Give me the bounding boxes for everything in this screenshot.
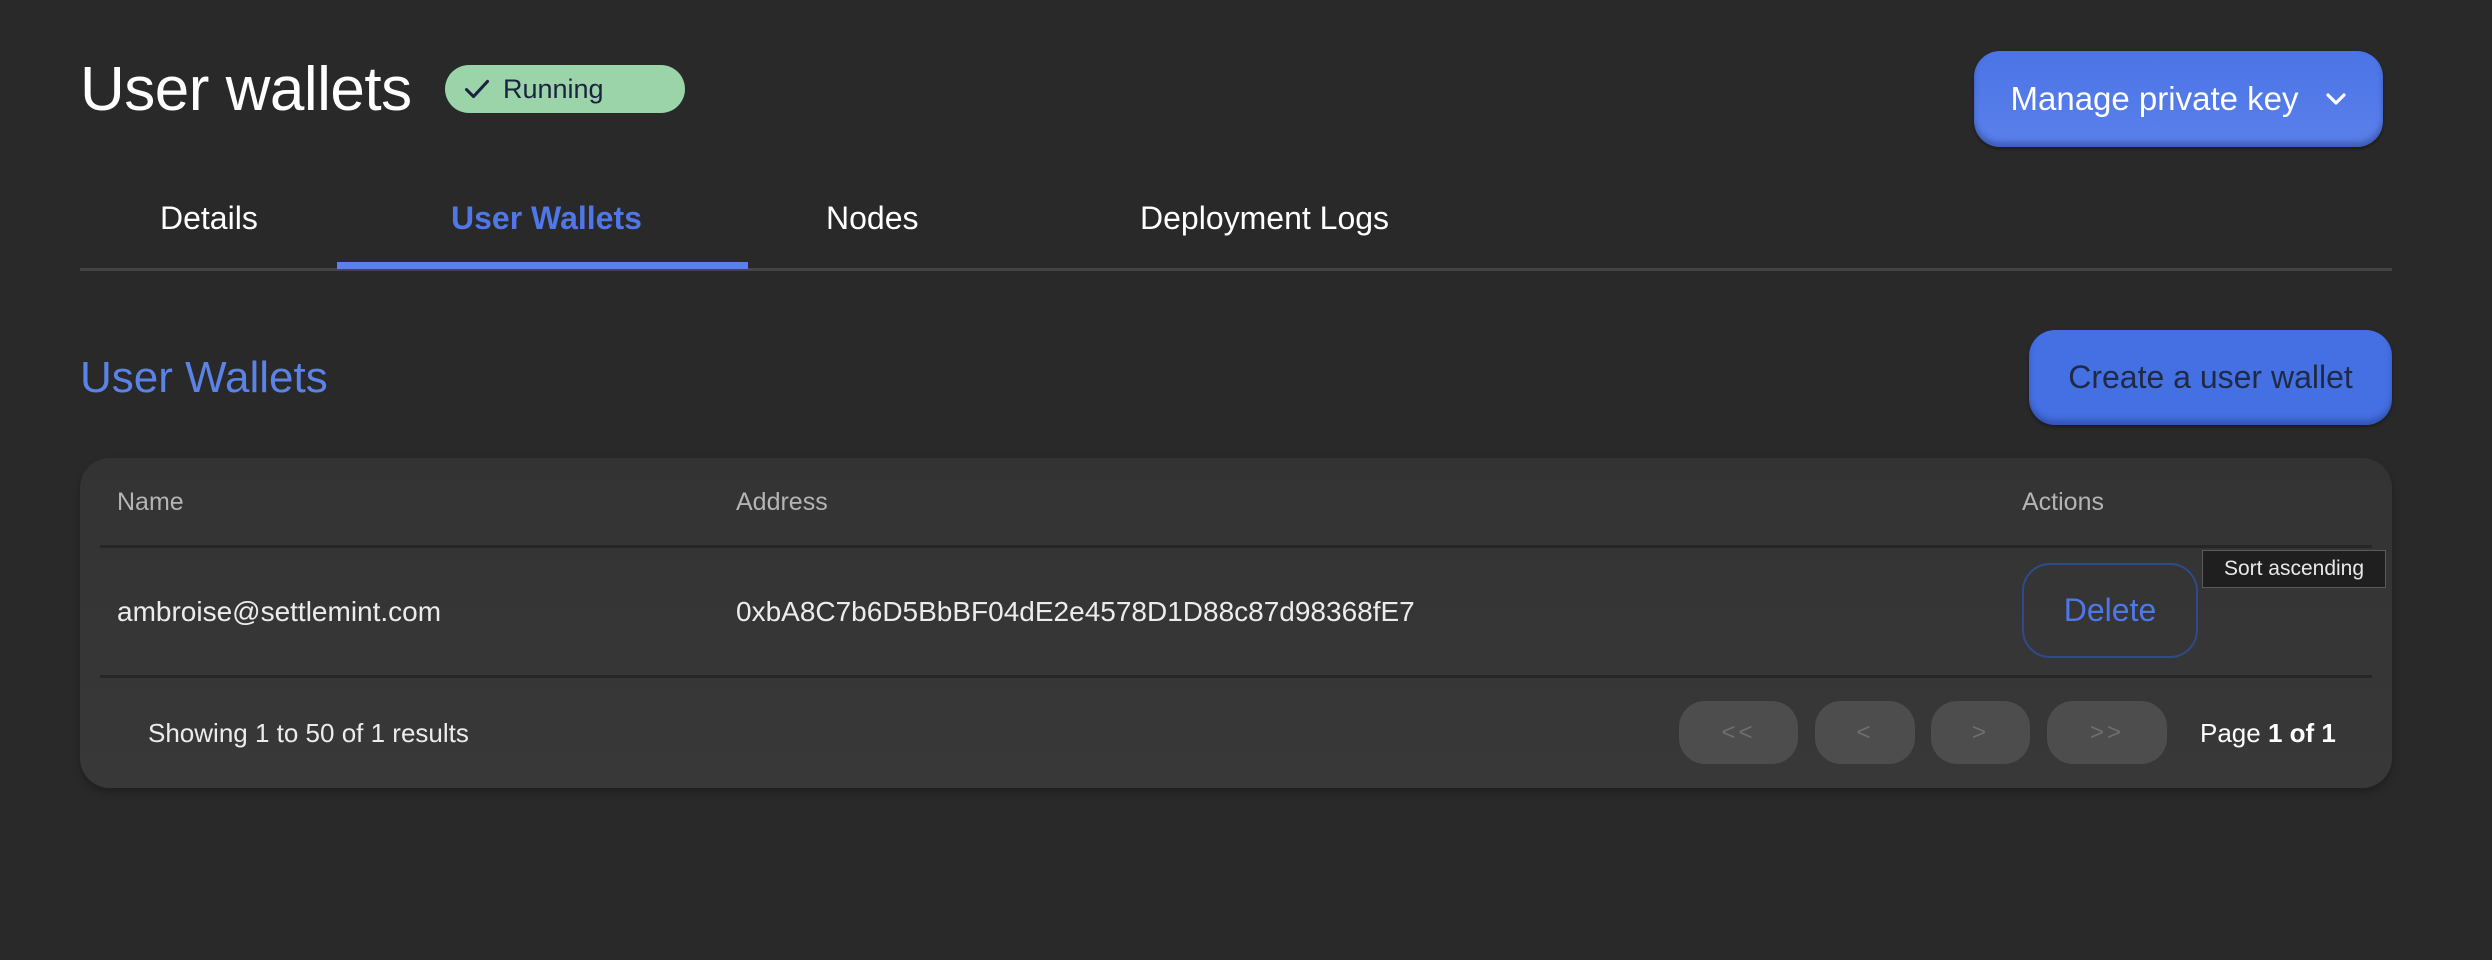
status-label: Running bbox=[503, 73, 604, 104]
column-header-actions: Actions bbox=[2022, 488, 2104, 516]
wallet-address: 0xbA8C7b6D5BbBF04dE2e4578D1D88c87d98368f… bbox=[736, 596, 1415, 627]
create-user-wallet-button[interactable]: Create a user wallet bbox=[2029, 330, 2392, 425]
column-header-name[interactable]: Name bbox=[117, 486, 184, 518]
tab-details[interactable]: Details bbox=[160, 196, 258, 240]
previous-page-button[interactable]: < bbox=[1815, 701, 1915, 764]
active-tab-indicator bbox=[337, 262, 748, 269]
page-indicator: Page 1 of 1 bbox=[2200, 716, 2336, 750]
page-current: 1 of 1 bbox=[2267, 718, 2336, 748]
check-icon bbox=[464, 79, 490, 99]
tab-nodes[interactable]: Nodes bbox=[826, 196, 919, 240]
delete-button[interactable]: Delete bbox=[2022, 563, 2198, 658]
chevron-down-icon bbox=[2325, 93, 2346, 105]
page-title: User wallets bbox=[80, 55, 412, 124]
header-divider bbox=[100, 545, 2372, 548]
manage-private-key-button[interactable]: Manage private key bbox=[1974, 51, 2383, 147]
wallet-name: ambroise@settlemint.com bbox=[117, 596, 442, 627]
section-title: User Wallets bbox=[80, 353, 328, 402]
status-badge: Running bbox=[445, 65, 685, 113]
next-page-button[interactable]: > bbox=[1931, 701, 2030, 764]
row-divider bbox=[100, 675, 2372, 678]
tab-deployment-logs[interactable]: Deployment Logs bbox=[1140, 196, 1389, 240]
first-page-button[interactable]: << bbox=[1679, 701, 1798, 764]
results-summary: Showing 1 to 50 of 1 results bbox=[148, 718, 469, 748]
tab-user-wallets[interactable]: User Wallets bbox=[451, 196, 642, 240]
sort-tooltip: Sort ascending bbox=[2202, 550, 2386, 588]
column-header-address[interactable]: Address bbox=[736, 486, 828, 518]
last-page-button[interactable]: >> bbox=[2047, 701, 2167, 764]
manage-private-key-label: Manage private key bbox=[2010, 80, 2299, 117]
page-prefix: Page bbox=[2200, 718, 2261, 748]
